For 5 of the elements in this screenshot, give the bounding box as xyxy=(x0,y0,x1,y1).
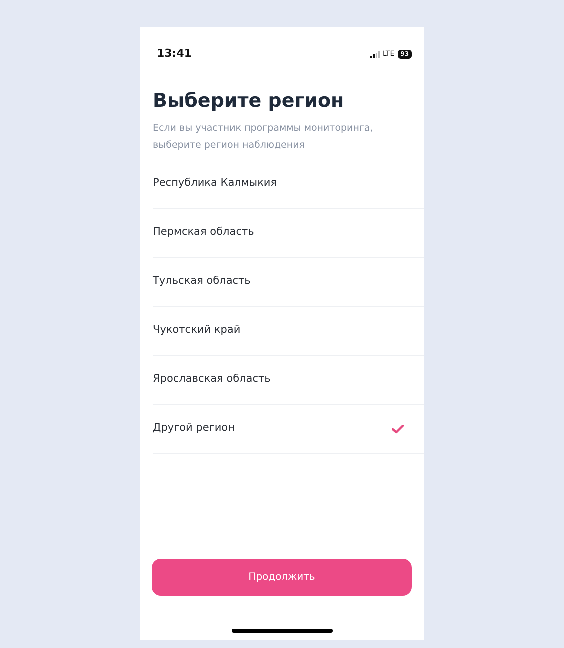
continue-button[interactable]: Продолжить xyxy=(152,559,412,596)
signal-icon xyxy=(370,50,380,58)
status-time: 13:41 xyxy=(157,46,192,62)
page-title: Выберите регион xyxy=(152,89,346,114)
page-subtitle: Если вы участник программы мониторинга, выберите регион наблюдения xyxy=(152,122,374,153)
